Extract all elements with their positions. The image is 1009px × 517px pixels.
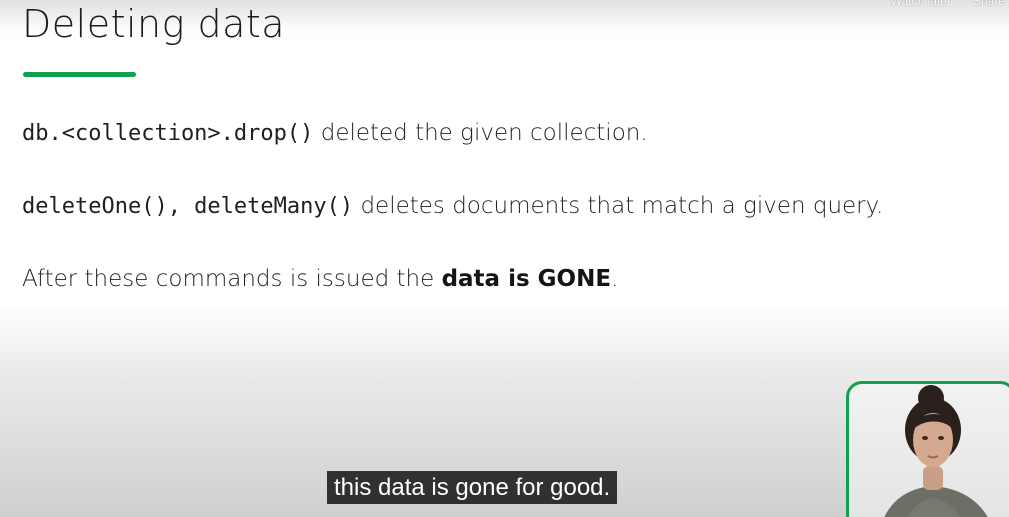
presenter-webcam xyxy=(846,381,1009,517)
line-delete-text: deletes documents that match a given que… xyxy=(353,193,884,219)
video-overlay-actions: Watch later Share xyxy=(891,0,1005,8)
warning-text-after: . xyxy=(611,266,619,292)
closed-caption: this data is gone for good. xyxy=(327,471,618,504)
slide-title: Deleting data xyxy=(22,2,286,46)
warning-text-before: After these commands is issued the xyxy=(22,266,442,292)
share-button[interactable]: Share xyxy=(973,0,1005,8)
slide-line-warning: After these commands is issued the data … xyxy=(22,266,618,292)
code-delete: deleteOne(), deleteMany() xyxy=(22,194,354,219)
slide-line-delete: deleteOne(), deleteMany() deletes docume… xyxy=(22,193,883,219)
title-underline xyxy=(23,72,136,77)
slide-line-drop: db.<collection>.drop() deleted the given… xyxy=(22,120,648,146)
warning-emphasis: data is GONE xyxy=(441,266,612,292)
watch-later-button[interactable]: Watch later xyxy=(891,0,951,8)
code-drop: db.<collection>.drop() xyxy=(22,121,314,146)
video-frame[interactable]: Watch later Share Deleting data db.<coll… xyxy=(0,0,1009,517)
line-drop-text: deleted the given collection. xyxy=(313,120,648,146)
presenter-figure xyxy=(884,385,988,517)
